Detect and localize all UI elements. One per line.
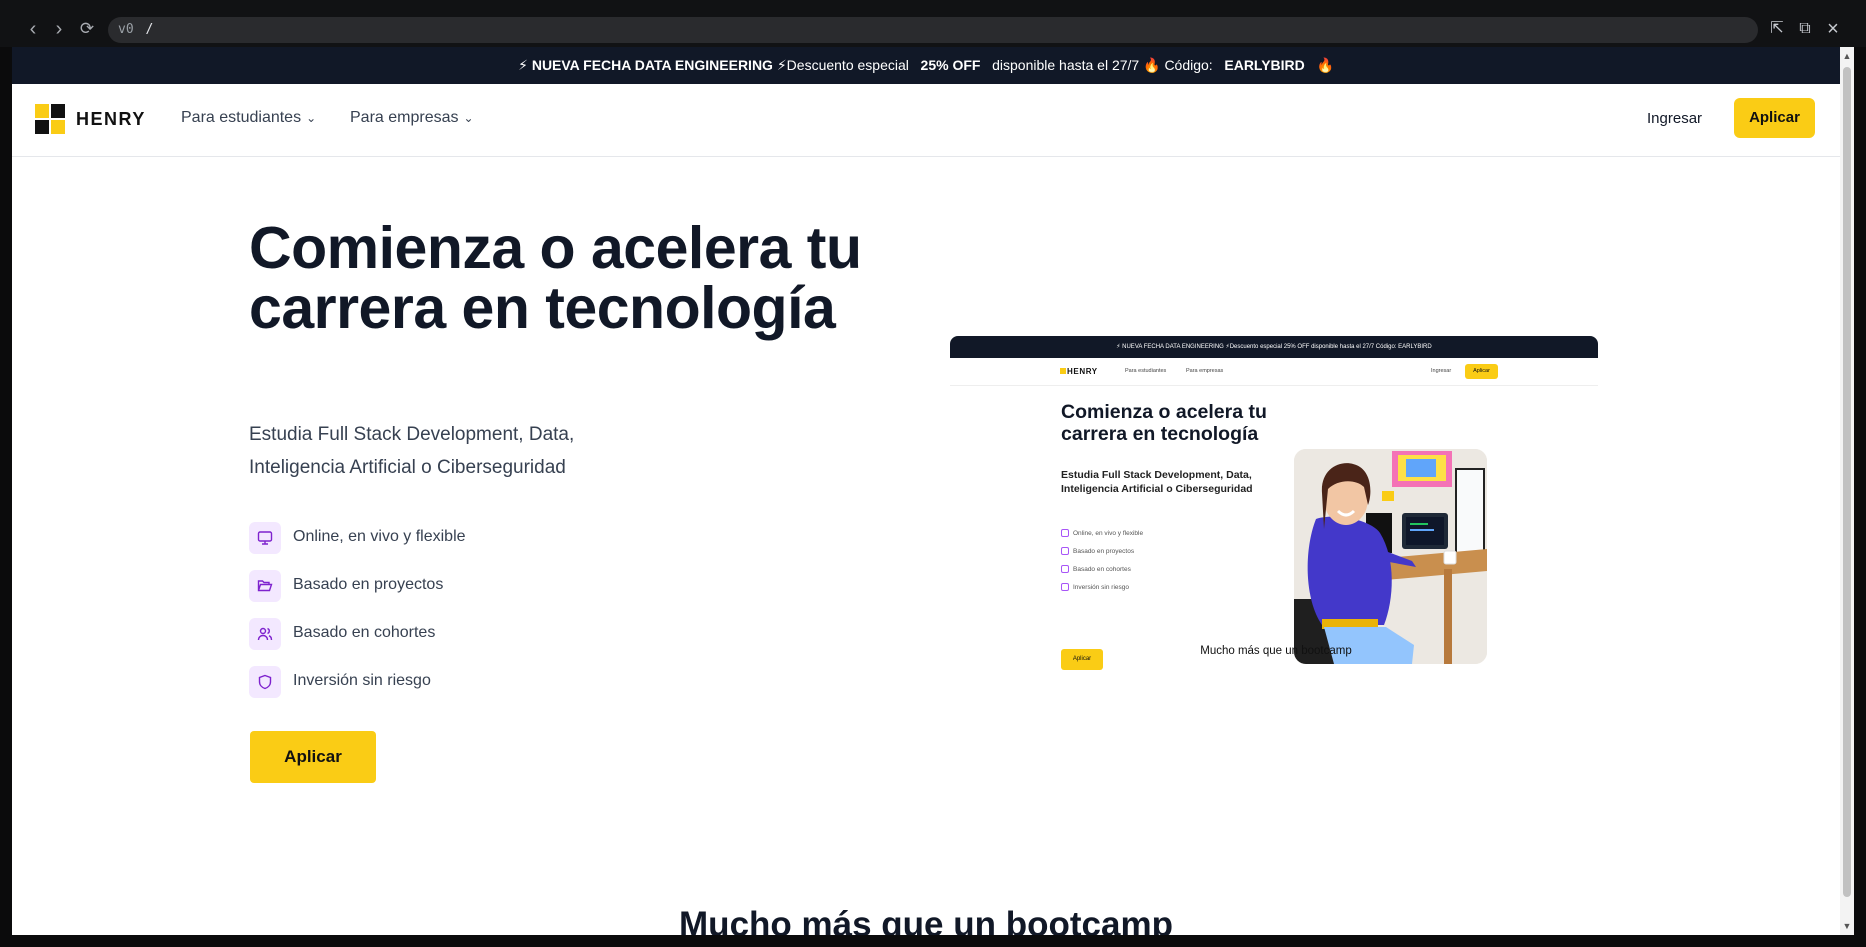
menu-students-label: Para estudiantes [181, 109, 302, 126]
menu-companies[interactable]: Para empresas ⌄ [350, 109, 474, 127]
preview-subtitle: Estudia Full Stack Development, Data, In… [1061, 469, 1253, 495]
promo-code: EARLYBIRD [1224, 57, 1305, 73]
page-scrollbar[interactable]: ▲ ▼ [1840, 47, 1854, 935]
new-window-icon[interactable]: ⧉ [1793, 16, 1817, 42]
feature-label: Basado en proyectos [293, 576, 444, 593]
login-link[interactable]: Ingresar [1647, 110, 1702, 127]
preview-brand: HENRY [1060, 367, 1098, 376]
main-nav: HENRY Para estudiantes ⌄ Para empresas ⌄ I… [12, 84, 1840, 157]
hero-preview-image: ⚡ NUEVA FECHA DATA ENGINEERING ⚡Descuent… [950, 336, 1600, 670]
promo-middle: ⚡Descuento especial [776, 57, 909, 73]
preview-apply: Aplicar [1465, 364, 1498, 379]
promo-lead: ⚡ NUEVA FECHA DATA ENGINEERING [518, 57, 773, 73]
preview-caption: Mucho más que un bootcamp [1200, 645, 1352, 657]
student-photo [1294, 449, 1487, 664]
preview-menu-students: Para estudiantes [1125, 368, 1167, 374]
feature-label: Basado en cohortes [293, 624, 436, 641]
menu-students[interactable]: Para estudiantes ⌄ [181, 109, 316, 127]
address-bar[interactable]: v0 / [108, 17, 1758, 43]
close-icon[interactable]: × [1821, 16, 1845, 42]
preview-feature-label: Online, en vivo y flexible [1073, 530, 1144, 537]
apply-button-hero[interactable]: Aplicar [250, 731, 376, 783]
henry-logo-icon[interactable] [35, 104, 65, 134]
apply-button-nav[interactable]: Aplicar [1734, 98, 1815, 138]
folder-icon [249, 570, 281, 602]
chevron-down-icon: ⌄ [306, 111, 317, 125]
scrollbar-thumb[interactable] [1843, 67, 1851, 897]
brand-name[interactable]: HENRY [76, 109, 146, 130]
scroll-down-icon[interactable]: ▼ [1840, 921, 1854, 931]
preview-promo-bar: ⚡ NUEVA FECHA DATA ENGINEERING ⚡Descuent… [950, 336, 1598, 358]
shield-icon [249, 666, 281, 698]
users-icon [249, 618, 281, 650]
preview-title: Comienza o acelera tu carrera en tecnolo… [1061, 401, 1267, 445]
hero-title: Comienza o acelera tu carrera en tecnolo… [249, 215, 862, 341]
fire-icon: 🔥 [1143, 57, 1161, 73]
preview-feature-label: Inversión sin riesgo [1073, 584, 1129, 591]
fire-icon: 🔥 [1316, 57, 1334, 73]
promo-discount: 25% OFF [920, 57, 981, 73]
preview-feature-label: Basado en cohortes [1073, 566, 1131, 573]
preview-feature-label: Basado en proyectos [1073, 548, 1135, 555]
promo-until: disponible hasta el 27/7 [992, 57, 1140, 73]
feature-label: Inversión sin riesgo [293, 672, 431, 689]
preview-brand-text: HENRY [1067, 367, 1098, 376]
preview-feature: Inversión sin riesgo [1061, 583, 1129, 591]
preview-feature: Basado en cohortes [1061, 565, 1131, 573]
promo-code-label: Código: [1164, 57, 1213, 73]
preview-menu-companies: Para empresas [1186, 368, 1224, 374]
section-title: Mucho más que un bootcamp [679, 905, 1173, 935]
browser-toolbar: ‹ › ⟳ v0 / ⇱ ⧉ × [0, 0, 1866, 47]
chevron-down-icon: ⌄ [463, 111, 474, 125]
reload-icon[interactable]: ⟳ [74, 16, 100, 42]
url-text: / [145, 22, 154, 37]
scroll-up-icon[interactable]: ▲ [1840, 51, 1854, 61]
feature-label: Online, en vivo y flexible [293, 528, 466, 545]
menu-companies-label: Para empresas [350, 109, 459, 126]
forward-icon[interactable]: › [46, 16, 72, 42]
url-prefix: v0 [118, 22, 134, 37]
pointer-icon[interactable]: ⇱ [1765, 16, 1789, 42]
promo-banner: ⚡ NUEVA FECHA DATA ENGINEERING ⚡Descuent… [12, 47, 1840, 84]
preview-feature: Basado en proyectos [1061, 547, 1134, 555]
preview-feature: Online, en vivo y flexible [1061, 529, 1143, 537]
hero-subtitle: Estudia Full Stack Development, Data, In… [249, 424, 575, 478]
preview-login: Ingresar [1431, 368, 1452, 374]
preview-nav: HENRY Para estudiantes Para empresas Ing… [950, 358, 1598, 386]
page-viewport: ⚡ NUEVA FECHA DATA ENGINEERING ⚡Descuent… [12, 47, 1840, 935]
back-icon[interactable]: ‹ [20, 16, 46, 42]
monitor-icon [249, 522, 281, 554]
